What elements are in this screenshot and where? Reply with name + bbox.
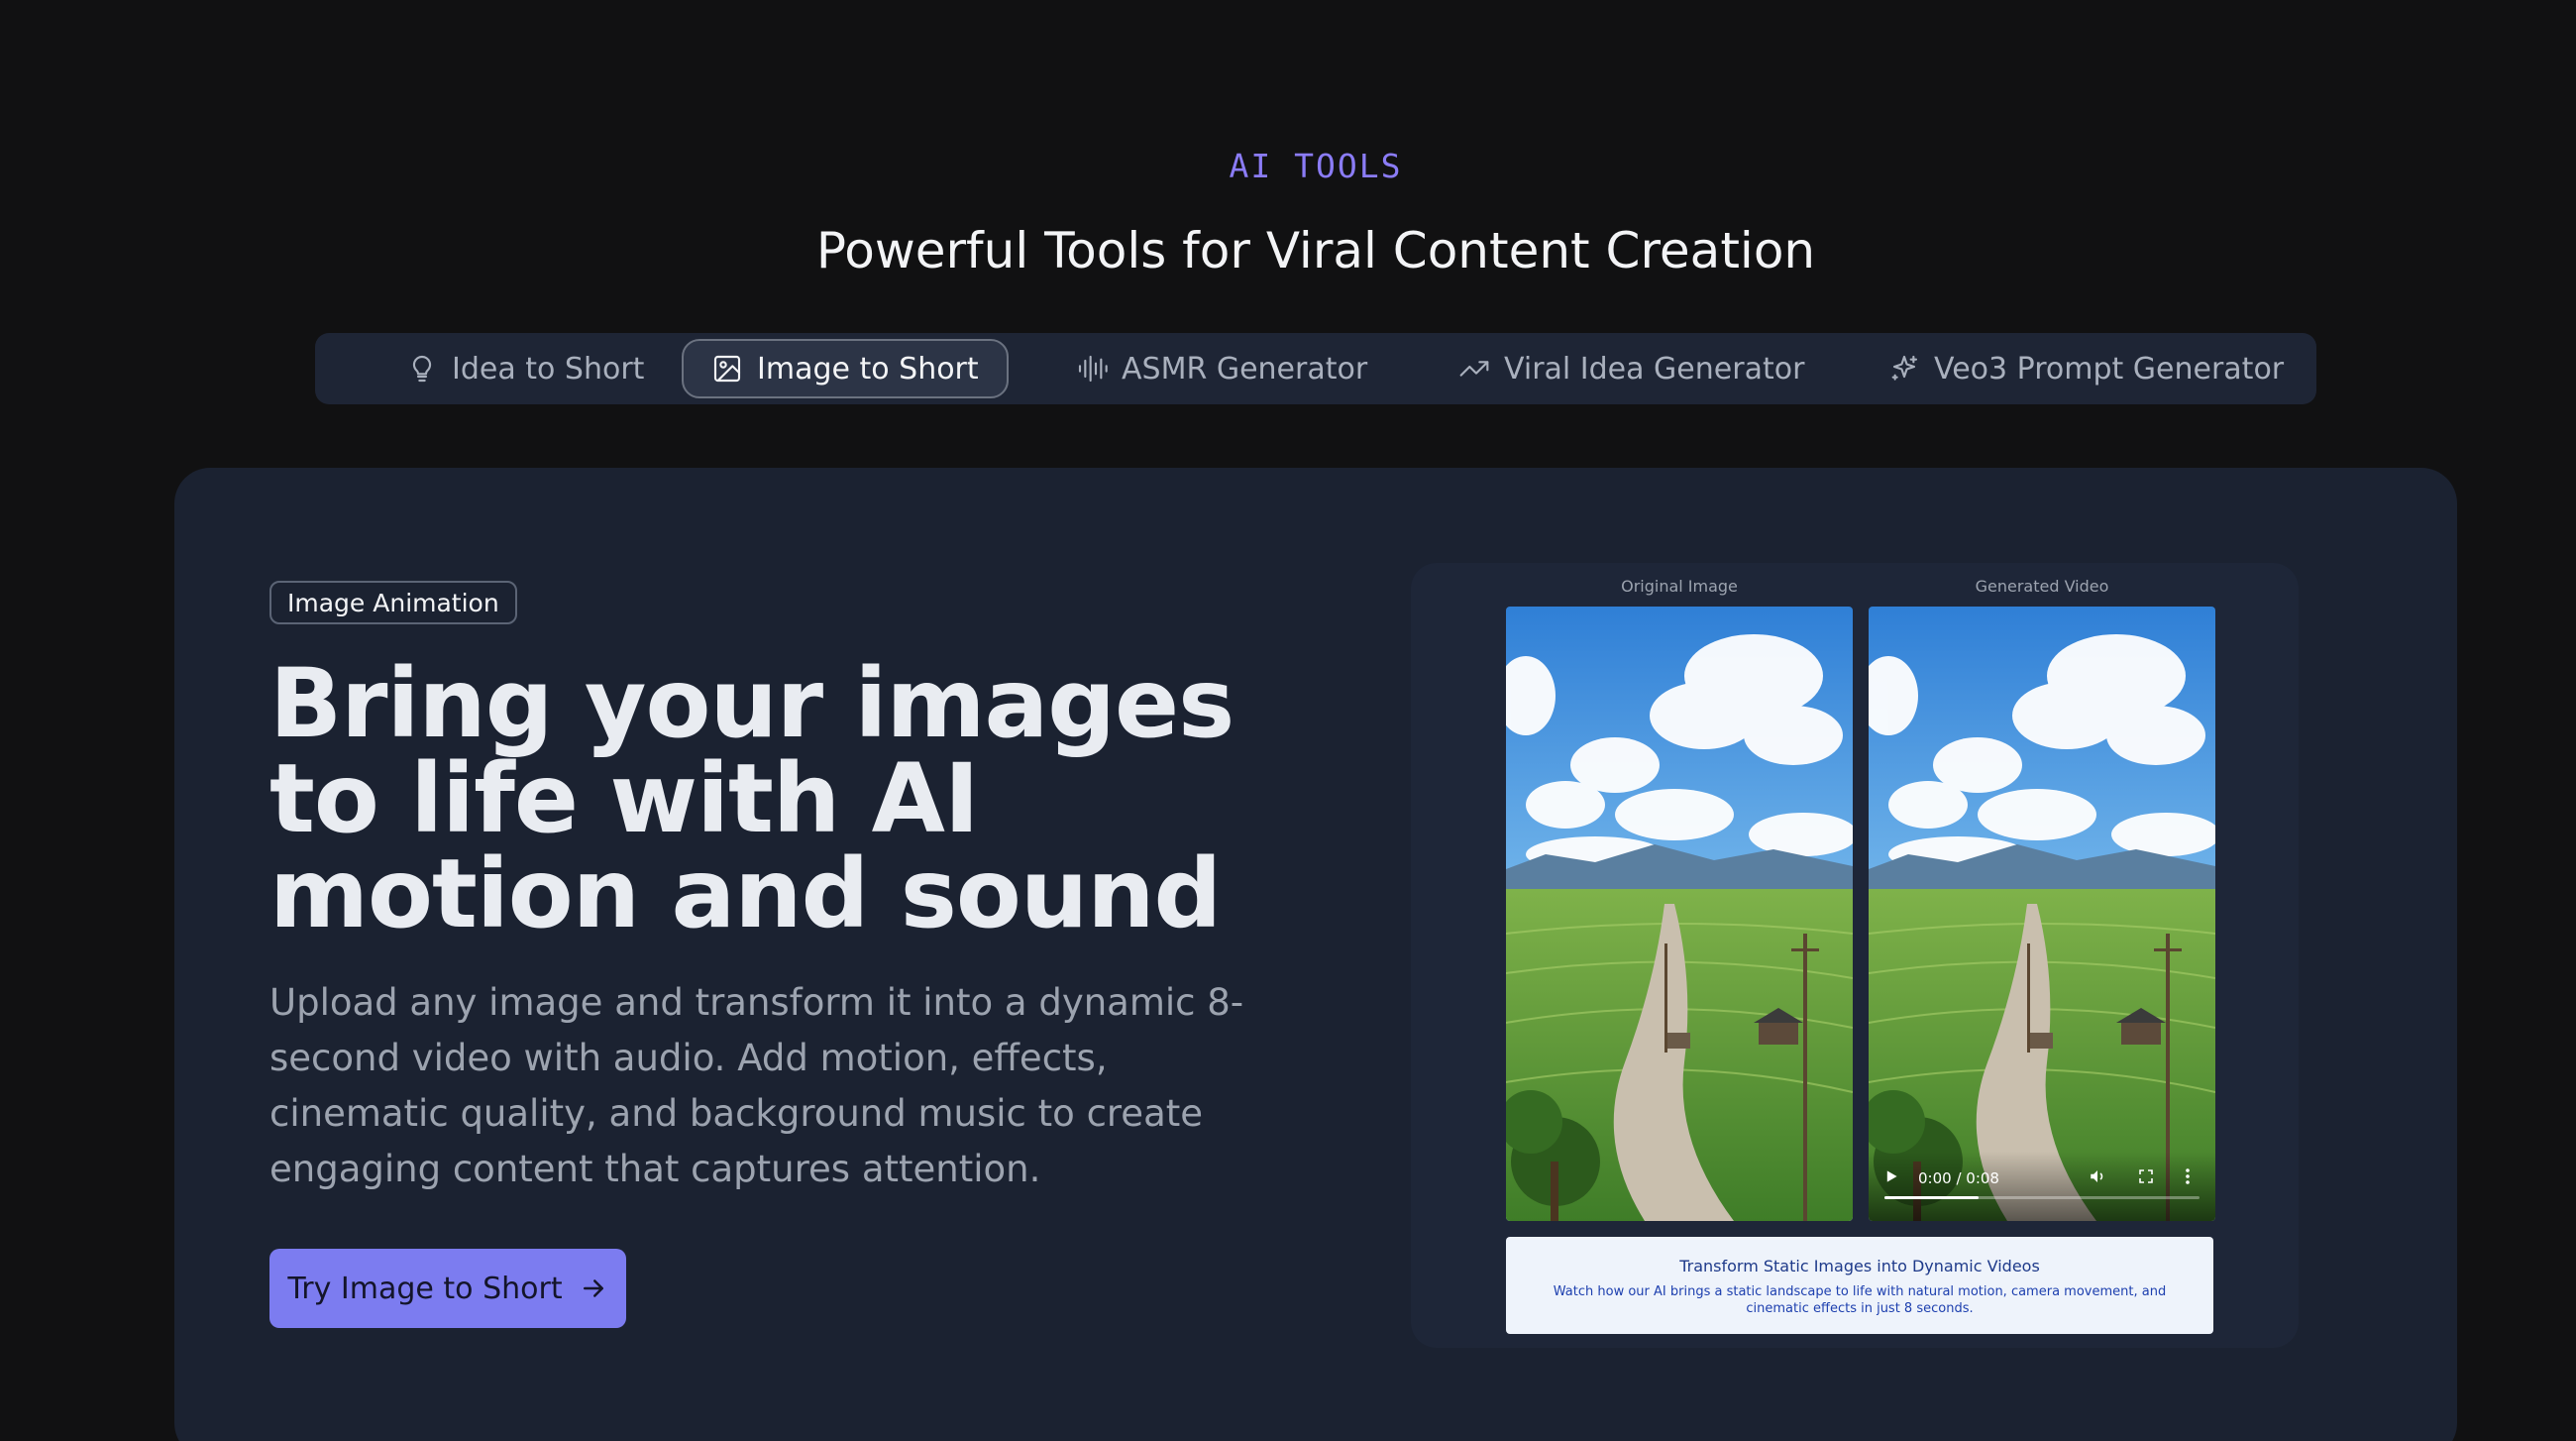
section-eyebrow: AI TOOLS (1229, 147, 1403, 185)
sparkles-icon (1891, 355, 1918, 381)
feature-headline: Bring your images to life with AI motion… (269, 648, 1234, 949)
video-progress-fill (1884, 1196, 1980, 1199)
tab-idea-to-short[interactable]: Idea to Short (378, 339, 672, 398)
video-time: 0:00 / 0:08 (1918, 1169, 1999, 1187)
volume-icon[interactable] (2089, 1167, 2106, 1185)
caption-body: Watch how our AI brings a static landsca… (1553, 1284, 2167, 1316)
tab-label: Image to Short (757, 351, 979, 387)
trending-up-icon (1459, 361, 1489, 377)
generated-video-label: Generated Video (1975, 577, 2109, 596)
audio-wave-icon (1078, 355, 1108, 383)
image-icon (713, 355, 741, 383)
try-image-to-short-button[interactable]: Try Image to Short (269, 1249, 626, 1328)
feature-description: Upload any image and transform it into a… (269, 981, 1244, 1190)
lightbulb-icon (412, 355, 432, 383)
tab-asmr-generator[interactable]: ASMR Generator (1048, 339, 1395, 398)
tab-veo3-prompt-generator[interactable]: Veo3 Prompt Generator (1861, 339, 2311, 398)
cta-label: Try Image to Short (287, 1271, 563, 1306)
page: AI TOOLS Powerful Tools for Viral Conten… (0, 0, 2576, 1441)
feature-badge: Image Animation (269, 581, 517, 624)
tab-label: Veo3 Prompt Generator (1934, 351, 2285, 387)
video-controls: 0:00 / 0:08 (1869, 1152, 2215, 1221)
arrow-right-icon (583, 1279, 603, 1297)
tab-label: Idea to Short (452, 351, 645, 387)
caption-title: Transform Static Images into Dynamic Vid… (1679, 1257, 2040, 1275)
original-image (1506, 607, 1853, 1221)
fullscreen-icon[interactable] (2138, 1168, 2154, 1184)
section-title: Powerful Tools for Viral Content Creatio… (815, 222, 1816, 279)
tab-label: Viral Idea Generator (1504, 351, 1805, 387)
more-options-icon[interactable] (2184, 1167, 2192, 1185)
generated-video-player[interactable]: 0:00 / 0:08 (1869, 607, 2215, 1221)
showcase-caption: Transform Static Images into Dynamic Vid… (1506, 1237, 2213, 1334)
tab-label: ASMR Generator (1122, 351, 1368, 387)
video-progress-bar[interactable] (1884, 1196, 2200, 1199)
tab-image-to-short[interactable]: Image to Short (682, 339, 1009, 398)
tool-tabbar: Idea to Short Image to Short ASMR Genera… (315, 333, 2316, 404)
original-image-label: Original Image (1621, 577, 1738, 596)
tab-viral-idea-generator[interactable]: Viral Idea Generator (1431, 339, 1832, 398)
play-icon[interactable] (1884, 1169, 1898, 1183)
